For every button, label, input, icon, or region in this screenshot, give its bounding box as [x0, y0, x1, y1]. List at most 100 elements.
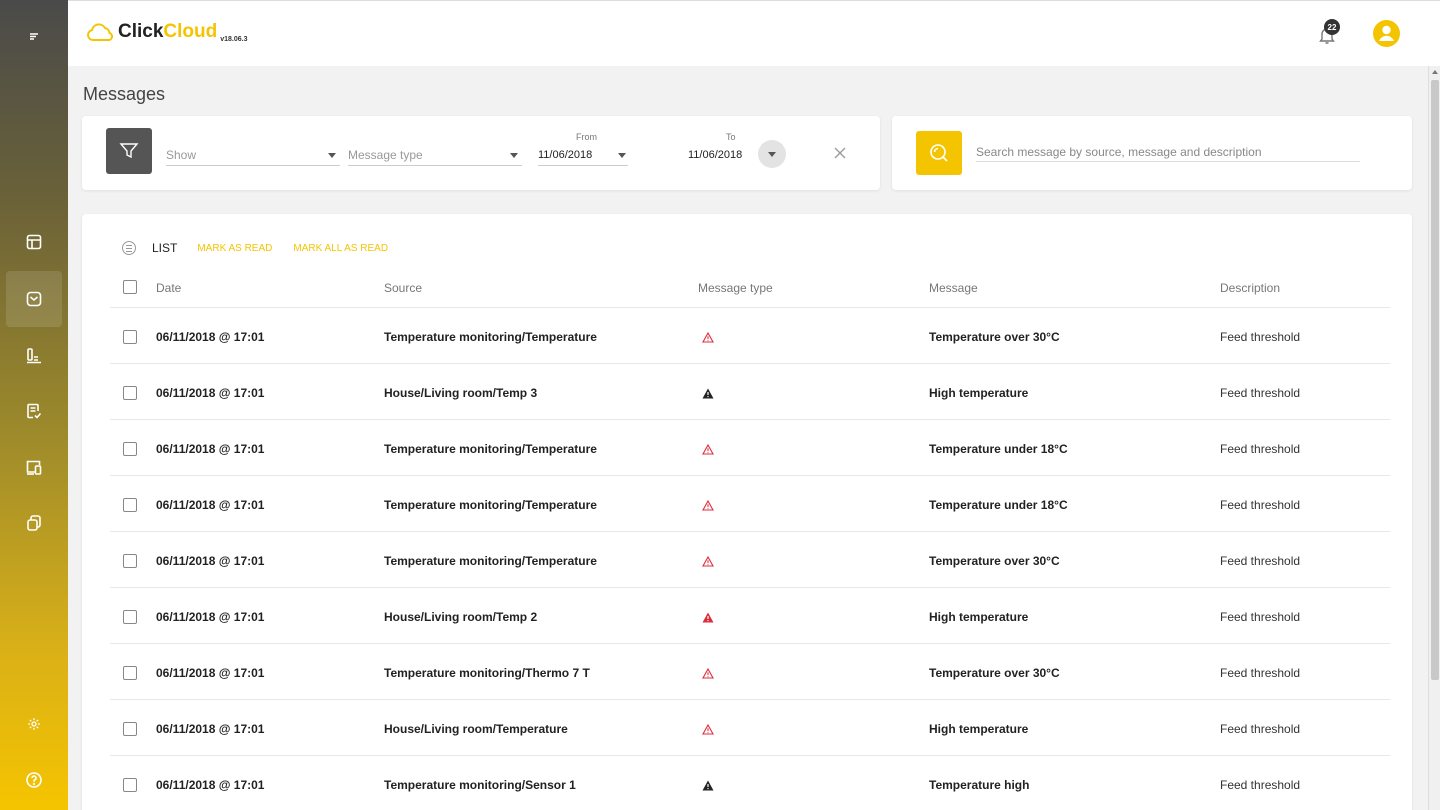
column-header-description[interactable]: Description	[1220, 281, 1280, 295]
table-row[interactable]: 06/11/2018 @ 17:01 House/Living room/Temp…	[110, 588, 1390, 644]
notifications-button[interactable]: 22	[1316, 19, 1340, 45]
table-row[interactable]: 06/11/2018 @ 17:01 Temperature monitoring…	[110, 644, 1390, 700]
column-header-source[interactable]: Source	[384, 281, 422, 295]
table-row[interactable]: 06/11/2018 @ 17:01 Temperature monitoring…	[110, 756, 1390, 810]
sidebar-item-messages[interactable]	[6, 271, 62, 327]
row-date: 06/11/2018 @ 17:01	[156, 778, 265, 792]
show-select[interactable]: Show	[166, 144, 340, 166]
row-checkbox[interactable]	[123, 610, 137, 624]
sidebar-item-settings[interactable]	[6, 696, 62, 752]
table-header: Date Source Message type Message Descrip…	[110, 266, 1390, 308]
row-date: 06/11/2018 @ 17:01	[156, 386, 265, 400]
row-description: Feed threshold	[1220, 498, 1301, 512]
tasks-icon	[27, 403, 42, 419]
mark-as-read-button[interactable]: MARK AS READ	[197, 243, 272, 254]
row-checkbox[interactable]	[123, 554, 137, 568]
from-date-label: From	[576, 132, 597, 142]
row-date: 06/11/2018 @ 17:01	[156, 498, 265, 512]
row-checkbox[interactable]	[123, 442, 137, 456]
warning-icon	[702, 556, 714, 567]
dashboard-icon	[26, 234, 42, 250]
page-scrollbar[interactable]	[1428, 66, 1440, 810]
row-checkbox[interactable]	[123, 666, 137, 680]
table-body: 06/11/2018 @ 17:01 Temperature monitoring…	[110, 308, 1390, 810]
to-date-input[interactable]: 11/06/2018	[688, 144, 758, 166]
from-date-input[interactable]: 11/06/2018	[538, 144, 628, 166]
row-date: 06/11/2018 @ 17:01	[156, 722, 265, 736]
chevron-down-icon	[618, 153, 626, 158]
copy-icon	[27, 515, 41, 531]
row-source: House/Living room/Temperature	[384, 722, 568, 736]
row-description: Feed threshold	[1220, 554, 1301, 568]
row-checkbox[interactable]	[123, 722, 137, 736]
cloud-logo-icon	[87, 23, 114, 41]
row-message: Temperature under 18°C	[929, 442, 1068, 456]
scroll-up-arrow[interactable]	[1432, 70, 1438, 74]
row-source: Temperature monitoring/Temperature	[384, 330, 597, 344]
row-checkbox[interactable]	[123, 498, 137, 512]
to-date-dropdown-button[interactable]	[758, 140, 786, 168]
table-row[interactable]: 06/11/2018 @ 17:01 Temperature monitoring…	[110, 532, 1390, 588]
warning-icon	[702, 444, 714, 455]
table-row[interactable]: 06/11/2018 @ 17:01 House/Living room/Temp…	[110, 700, 1390, 756]
row-source: Temperature monitoring/Temperature	[384, 554, 597, 568]
list-label: LIST	[152, 241, 178, 255]
row-checkbox[interactable]	[123, 386, 137, 400]
row-description: Feed threshold	[1220, 330, 1301, 344]
warning-icon	[702, 780, 714, 791]
row-source: Temperature monitoring/Temperature	[384, 498, 597, 512]
reports-icon	[27, 348, 41, 364]
help-icon	[26, 772, 42, 788]
row-source: House/Living room/Temp 2	[384, 610, 538, 624]
warning-icon	[702, 332, 714, 343]
clear-filter-button[interactable]	[833, 146, 847, 160]
table-row[interactable]: 06/11/2018 @ 17:01 House/Living room/Temp…	[110, 364, 1390, 420]
menu-toggle-button[interactable]	[6, 8, 62, 64]
devices-icon	[26, 460, 42, 475]
settings-icon	[28, 718, 40, 730]
table-row[interactable]: 06/11/2018 @ 17:01 Temperature monitoring…	[110, 308, 1390, 364]
column-header-message-type[interactable]: Message type	[698, 281, 773, 295]
sidebar-item-reports[interactable]	[6, 327, 62, 383]
warning-icon	[702, 612, 714, 623]
page-title: Messages	[83, 84, 166, 104]
search-input[interactable]	[976, 142, 1360, 162]
app-version: v18.06.3	[220, 36, 248, 43]
messages-list-panel: LIST MARK AS READ MARK ALL AS READ Date …	[82, 214, 1412, 810]
chevron-down-icon	[510, 153, 518, 158]
filter-panel: Show Message type From 11/06/2018 To 11/…	[82, 116, 880, 190]
row-source: Temperature monitoring/Thermo 7 T	[384, 666, 590, 680]
row-source: Temperature monitoring/Sensor 1	[384, 778, 576, 792]
sidebar-item-devices[interactable]	[6, 439, 62, 495]
table-row[interactable]: 06/11/2018 @ 17:01 Temperature monitoring…	[110, 420, 1390, 476]
sidebar-item-help[interactable]	[6, 752, 62, 808]
top-bar: ClickCloud v18.06.3 22	[68, 0, 1440, 66]
search-button[interactable]	[916, 131, 962, 175]
filter-button[interactable]	[106, 128, 152, 174]
row-checkbox[interactable]	[123, 330, 137, 344]
row-description: Feed threshold	[1220, 386, 1301, 400]
user-avatar[interactable]	[1373, 20, 1400, 47]
row-source: Temperature monitoring/Temperature	[384, 442, 597, 456]
row-checkbox[interactable]	[123, 778, 137, 792]
filter-icon	[119, 143, 139, 159]
messages-icon	[26, 291, 42, 307]
scrollbar-thumb[interactable]	[1431, 80, 1439, 680]
app-logo[interactable]: ClickCloud v18.06.3	[86, 21, 248, 43]
table-row[interactable]: 06/11/2018 @ 17:01 Temperature monitoring…	[110, 476, 1390, 532]
sidebar-item-dashboard[interactable]	[6, 214, 62, 270]
messages-table: Date Source Message type Message Descrip…	[110, 266, 1390, 810]
row-description: Feed threshold	[1220, 666, 1301, 680]
sidebar-item-copy[interactable]	[6, 495, 62, 551]
warning-icon	[702, 500, 714, 511]
message-type-select[interactable]: Message type	[348, 144, 522, 166]
row-date: 06/11/2018 @ 17:01	[156, 442, 265, 456]
column-header-date[interactable]: Date	[156, 281, 181, 295]
mark-all-as-read-button[interactable]: MARK ALL AS READ	[293, 243, 388, 254]
chevron-down-icon	[768, 152, 776, 157]
select-all-checkbox[interactable]	[123, 280, 137, 294]
row-description: Feed threshold	[1220, 610, 1301, 624]
column-header-message[interactable]: Message	[929, 281, 978, 295]
row-date: 06/11/2018 @ 17:01	[156, 330, 265, 344]
sidebar-item-tasks[interactable]	[6, 383, 62, 439]
